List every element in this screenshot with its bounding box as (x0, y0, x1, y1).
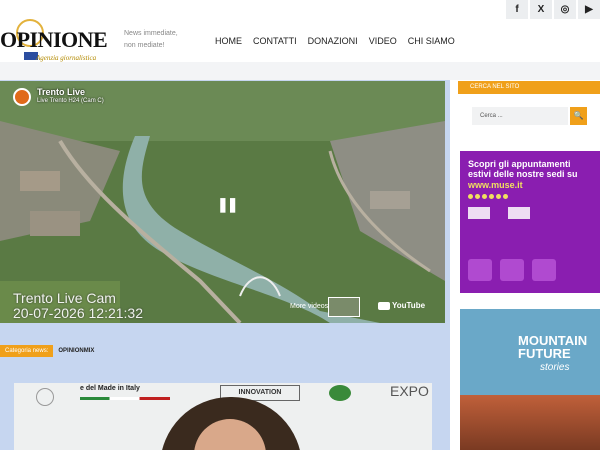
green-logo-icon (329, 385, 351, 401)
instagram-icon[interactable]: ◎ (554, 0, 576, 19)
facebook-icon[interactable]: f (506, 0, 528, 19)
sidebar: CERCA NEL SITO Cerca ... 🔍 Scopri gli ap… (458, 80, 600, 450)
tagline-line: News immediate, (124, 30, 178, 37)
more-videos-thumbnail[interactable] (328, 297, 360, 317)
live-video-player[interactable]: Trento Live Live Trento H24 (Cam C) ❚❚ T… (0, 81, 445, 323)
category-link[interactable]: OPINIONMIX (58, 348, 94, 354)
nav-item-chi-siamo[interactable]: CHI SIAMO (408, 36, 455, 46)
tagline-line: non mediate! (124, 42, 165, 49)
muse-ad-banner[interactable]: Scopri gli appuntamenti estivi delle nos… (460, 151, 600, 293)
overlay-timestamp: 20-07-2026 12:21:32 (13, 305, 143, 321)
search-button[interactable]: 🔍 (570, 107, 587, 125)
logo-subtitle: Agenzia giornalistica (36, 54, 97, 62)
tricolor-stripe (80, 397, 170, 400)
category-badge: Categoria news: (0, 345, 54, 357)
nav-item-donazioni[interactable]: DONAZIONI (308, 36, 358, 46)
site-header: OPINIONE Agenzia giornalistica News imme… (0, 19, 600, 62)
channel-avatar[interactable] (13, 88, 31, 106)
mountain-future-ad[interactable]: MOUNTAIN FUTURE stories (460, 309, 600, 450)
tagline: News immediate, non mediate! (124, 28, 178, 52)
youtube-play-icon (378, 301, 390, 310)
ad1-partner-logos (468, 207, 592, 219)
video-subtitle: Live Trento H24 (Cam C) (37, 98, 104, 104)
ad2-title: MOUNTAIN FUTURE (518, 333, 588, 361)
nav-item-home[interactable]: HOME (215, 36, 242, 46)
x-icon[interactable]: X (530, 0, 552, 19)
more-videos-label[interactable]: More videos (290, 303, 328, 310)
ad1-event-icons (468, 259, 556, 281)
overlay-cam-title: Trento Live Cam (13, 290, 116, 306)
channel-title[interactable]: Trento Live (37, 87, 85, 97)
ad2-mountains (460, 395, 600, 450)
search-heading: CERCA NEL SITO (458, 81, 600, 94)
article-image[interactable]: e del Made in Italy INNOVATION EXPO (14, 383, 432, 450)
category-row: Categoria news: OPINIONMIX (0, 345, 94, 357)
nav-item-video[interactable]: VIDEO (369, 36, 397, 46)
ad1-site: www.muse.it (468, 180, 523, 190)
youtube-label: YouTube (392, 301, 426, 310)
nav-item-contatti[interactable]: CONTATTI (253, 36, 297, 46)
ad1-social-icons (468, 194, 592, 199)
social-bar: f X ◎ ▶ (506, 0, 600, 19)
youtube-logo[interactable]: YouTube (378, 301, 425, 310)
search-input[interactable]: Cerca ... (472, 107, 568, 125)
header-divider (0, 62, 600, 80)
ad2-sub: stories (540, 362, 570, 373)
emblem-icon (36, 388, 54, 406)
youtube-icon[interactable]: ▶ (578, 0, 600, 19)
article-banner-text: e del Made in Italy (80, 385, 140, 392)
site-logo[interactable]: OPINIONE Agenzia giornalistica (0, 19, 118, 62)
pause-icon[interactable]: ❚❚ (217, 196, 239, 213)
ad1-title: Scopri gli appuntamenti estivi delle nos… (468, 159, 578, 179)
expo-sign: EXPO (390, 383, 429, 399)
logo-title: OPINIONE (0, 27, 108, 52)
main-nav: HOME CONTATTI DONAZIONI VIDEO CHI SIAMO (215, 36, 455, 46)
